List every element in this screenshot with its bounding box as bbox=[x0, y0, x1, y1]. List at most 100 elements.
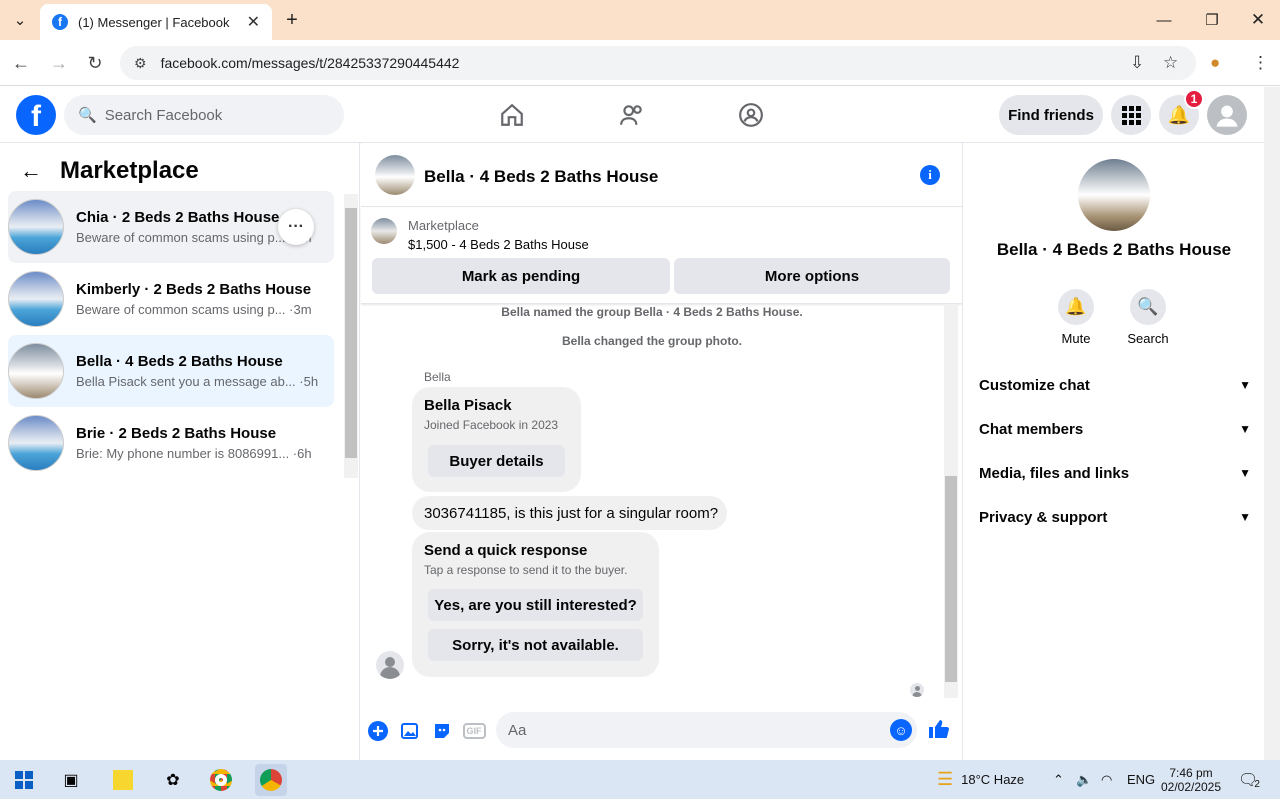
browser-menu-icon[interactable]: ⋮ bbox=[1252, 46, 1269, 80]
sender-avatar bbox=[376, 651, 404, 679]
facebook-search-input[interactable]: 🔍 Search Facebook bbox=[64, 95, 344, 135]
quick-response-card: Send a quick response Tap a response to … bbox=[412, 532, 659, 677]
bookmark-star-icon[interactable]: ☆ bbox=[1163, 46, 1178, 80]
task-view-icon[interactable]: ▣ bbox=[55, 764, 87, 796]
conversation-name: Kimberly · 2 Beds 2 Baths House bbox=[76, 281, 312, 298]
app-icon[interactable]: ✿ bbox=[157, 764, 189, 796]
date-text: 02/02/2025 bbox=[1160, 779, 1222, 794]
conversation-name: Bella · 4 Beds 2 Baths House bbox=[76, 353, 283, 370]
conversation-item[interactable]: Chia · 2 Beds 2 Baths House Beware of co… bbox=[8, 191, 334, 263]
find-friends-button[interactable]: Find friends bbox=[999, 95, 1103, 135]
listing-price[interactable]: $1,500 - 4 Beds 2 Baths House bbox=[408, 237, 589, 252]
notification-center-icon[interactable]: 🗨 2 bbox=[1238, 760, 1260, 799]
conversation-preview: Brie: My phone number is 8086991... ·6h bbox=[76, 446, 312, 461]
show-hidden-icons-icon[interactable]: ⌃ bbox=[1053, 760, 1064, 799]
back-arrow-icon[interactable]: ← bbox=[20, 158, 42, 184]
new-tab-button[interactable]: + bbox=[280, 0, 304, 40]
group-name: Bella · 4 Beds 2 Baths House bbox=[996, 240, 1232, 259]
quick-reply-button[interactable]: Sorry, it's not available. bbox=[428, 629, 643, 661]
menu-grid-icon[interactable] bbox=[1111, 95, 1151, 135]
notification-badge: 1 bbox=[1184, 89, 1204, 109]
url-text: facebook.com/messages/t/2842533729044544… bbox=[160, 55, 460, 71]
more-options-icon[interactable]: ··· bbox=[278, 209, 314, 245]
customize-chat-section[interactable]: Customize chat ▼ bbox=[979, 363, 1251, 407]
scrollbar-thumb[interactable] bbox=[345, 208, 357, 458]
listing-source: Marketplace bbox=[408, 218, 479, 233]
emoji-icon[interactable]: ☺ bbox=[890, 719, 912, 741]
listing-banner: Marketplace $1,500 - 4 Beds 2 Baths Hous… bbox=[361, 208, 962, 304]
search-chat-button[interactable]: 🔍 Search bbox=[1113, 289, 1183, 346]
reload-icon[interactable]: ↻ bbox=[80, 48, 110, 78]
browser-titlebar: ⌄ f (1) Messenger | Facebook ✕ + — ❐ ✕ bbox=[0, 0, 1280, 40]
chrome-icon[interactable] bbox=[205, 764, 237, 796]
search-icon: 🔍 bbox=[78, 107, 97, 124]
conversation-avatar bbox=[8, 343, 64, 399]
photo-icon[interactable] bbox=[398, 719, 422, 743]
mute-label: Mute bbox=[1061, 331, 1091, 346]
weather-icon[interactable]: ☰ 18°C Haze bbox=[937, 760, 1024, 799]
conversation-item[interactable]: Brie · 2 Beds 2 Baths House Brie: My pho… bbox=[8, 407, 334, 479]
groups-icon[interactable] bbox=[727, 95, 775, 135]
account-avatar[interactable] bbox=[1207, 95, 1247, 135]
media-files-section[interactable]: Media, files and links ▼ bbox=[979, 451, 1251, 495]
close-tab-icon[interactable]: ✕ bbox=[247, 12, 260, 32]
restore-icon[interactable]: ❐ bbox=[1194, 0, 1230, 40]
listing-thumbnail[interactable] bbox=[371, 218, 397, 244]
facebook-logo-icon[interactable]: f bbox=[16, 95, 56, 135]
tab-search-chevron-icon[interactable]: ⌄ bbox=[8, 0, 32, 40]
gif-icon[interactable]: GIF bbox=[461, 719, 487, 743]
chat-avatar[interactable] bbox=[375, 155, 415, 195]
like-thumb-icon[interactable] bbox=[927, 717, 951, 741]
add-plus-icon[interactable] bbox=[366, 719, 390, 743]
back-icon[interactable]: ← bbox=[6, 48, 36, 78]
bell-icon: 🔔 bbox=[1058, 289, 1094, 325]
buyer-joined: Joined Facebook in 2023 bbox=[424, 418, 559, 432]
message-input[interactable]: Aa bbox=[496, 712, 917, 748]
language-indicator[interactable]: ENG bbox=[1127, 760, 1155, 799]
home-icon[interactable] bbox=[488, 95, 536, 135]
site-info-icon[interactable]: ⚙ bbox=[134, 55, 147, 72]
mark-as-pending-button[interactable]: Mark as pending bbox=[372, 258, 670, 294]
tab-title: (1) Messenger | Facebook bbox=[78, 14, 230, 30]
seen-avatar bbox=[910, 683, 924, 697]
chrome-active-icon[interactable] bbox=[255, 764, 287, 796]
chat-title[interactable]: Bella · 4 Beds 2 Baths House bbox=[424, 167, 658, 187]
more-options-button[interactable]: More options bbox=[674, 258, 950, 294]
page-scrollbar[interactable] bbox=[1264, 87, 1280, 760]
forward-icon[interactable]: → bbox=[44, 48, 74, 78]
url-field[interactable]: ⚙ facebook.com/messages/t/28425337290445… bbox=[120, 46, 1196, 80]
buyer-details-button[interactable]: Buyer details bbox=[428, 445, 565, 477]
search-icon: 🔍 bbox=[1130, 289, 1166, 325]
volume-icon[interactable]: 🔈 bbox=[1076, 760, 1092, 799]
close-window-icon[interactable]: ✕ bbox=[1240, 0, 1276, 40]
sticky-notes-icon[interactable] bbox=[107, 764, 139, 796]
friends-icon[interactable] bbox=[608, 95, 656, 135]
section-label: Customize chat bbox=[979, 376, 1090, 394]
profile-icon[interactable]: ● bbox=[1210, 46, 1220, 80]
buyer-card: Bella Pisack Joined Facebook in 2023 Buy… bbox=[412, 387, 581, 492]
conversation-item[interactable]: Kimberly · 2 Beds 2 Baths House Beware o… bbox=[8, 263, 334, 335]
quick-reply-button[interactable]: Yes, are you still interested? bbox=[428, 589, 643, 621]
mute-button[interactable]: 🔔 Mute bbox=[1041, 289, 1111, 346]
quick-response-title: Send a quick response bbox=[424, 542, 588, 559]
sticker-icon[interactable] bbox=[430, 719, 454, 743]
windows-start-icon[interactable] bbox=[8, 764, 40, 796]
minimize-icon[interactable]: — bbox=[1146, 0, 1182, 40]
chat-members-section[interactable]: Chat members ▼ bbox=[979, 407, 1251, 451]
weather-text: 18°C Haze bbox=[961, 772, 1025, 787]
conversation-list-panel: ← Marketplace Chia · 2 Beds 2 Baths Hous… bbox=[0, 143, 360, 760]
address-toolbar: ← → ↻ ⚙ facebook.com/messages/t/28425337… bbox=[0, 40, 1280, 86]
chat-panel: Bella · 4 Beds 2 Baths House i Marketpla… bbox=[361, 143, 962, 760]
group-avatar[interactable] bbox=[1078, 159, 1150, 231]
clock[interactable]: 7:46 pm 02/02/2025 bbox=[1160, 760, 1222, 799]
wifi-icon[interactable]: ◠ bbox=[1101, 760, 1112, 799]
privacy-support-section[interactable]: Privacy & support ▼ bbox=[979, 495, 1251, 539]
scrollbar-thumb[interactable] bbox=[945, 476, 957, 682]
conversation-item-selected[interactable]: Bella · 4 Beds 2 Baths House Bella Pisac… bbox=[8, 335, 334, 407]
install-app-icon[interactable]: ⇩ bbox=[1130, 46, 1144, 80]
chat-scrollbar[interactable] bbox=[944, 304, 958, 698]
chevron-down-icon: ▼ bbox=[1239, 422, 1251, 436]
info-icon[interactable]: i bbox=[920, 165, 940, 185]
browser-tab[interactable]: f (1) Messenger | Facebook ✕ bbox=[40, 4, 272, 40]
conversation-list-scrollbar[interactable] bbox=[344, 194, 358, 478]
